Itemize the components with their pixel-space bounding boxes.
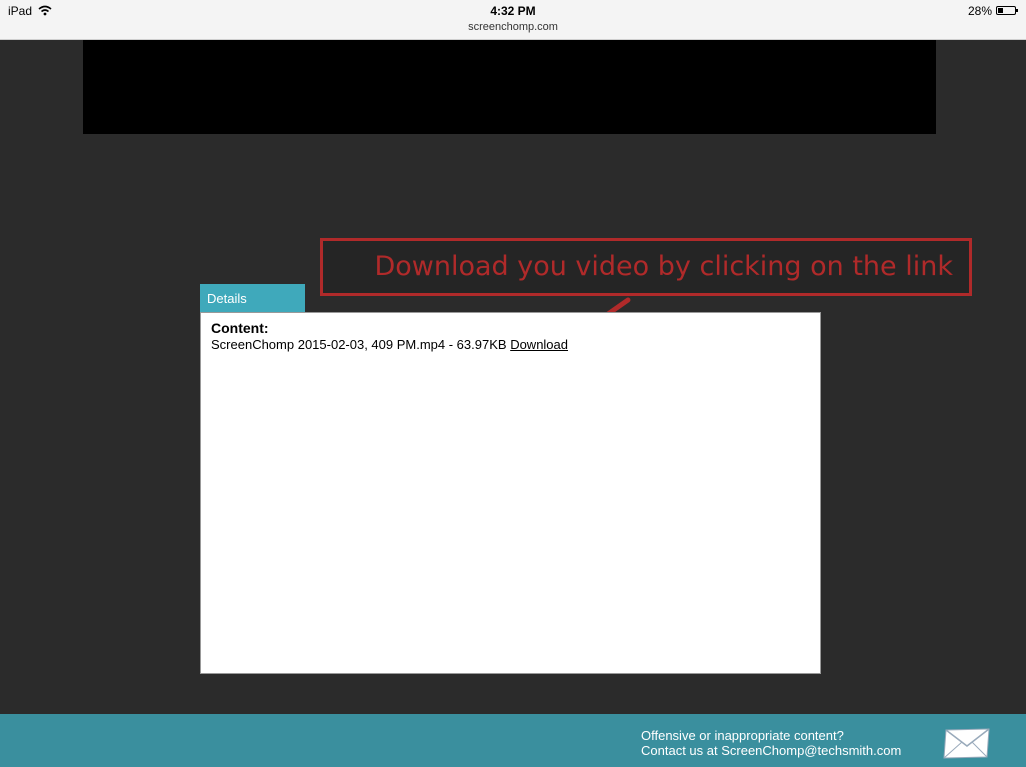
file-name-size: ScreenChomp 2015-02-03, 409 PM.mp4 - 63.… — [211, 337, 507, 352]
footer: Offensive or inappropriate content? Cont… — [0, 714, 1026, 767]
battery-percentage: 28% — [968, 4, 993, 18]
footer-contact-link[interactable]: Contact us at ScreenChomp@techsmith.com — [641, 743, 901, 758]
details-panel: Content: ScreenChomp 2015-02-03, 409 PM.… — [200, 312, 821, 674]
tab-details[interactable]: Details — [200, 284, 305, 313]
battery-icon — [996, 6, 1018, 15]
footer-line-1: Offensive or inappropriate content? — [641, 728, 844, 743]
video-player[interactable] — [83, 40, 936, 134]
file-info: ScreenChomp 2015-02-03, 409 PM.mp4 - 63.… — [211, 337, 568, 352]
status-time: 4:32 PM — [490, 4, 536, 18]
footer-text: Offensive or inappropriate content? Cont… — [641, 728, 901, 758]
mail-icon[interactable] — [942, 727, 992, 759]
annotation-callout: Download you video by clicking on the li… — [320, 238, 972, 296]
ios-status-bar: iPad 4:32 PM screenchomp.com 28% — [0, 0, 1026, 40]
content-label: Content: — [211, 320, 269, 336]
download-link[interactable]: Download — [510, 337, 568, 352]
address-bar-url[interactable]: screenchomp.com — [0, 21, 1026, 33]
